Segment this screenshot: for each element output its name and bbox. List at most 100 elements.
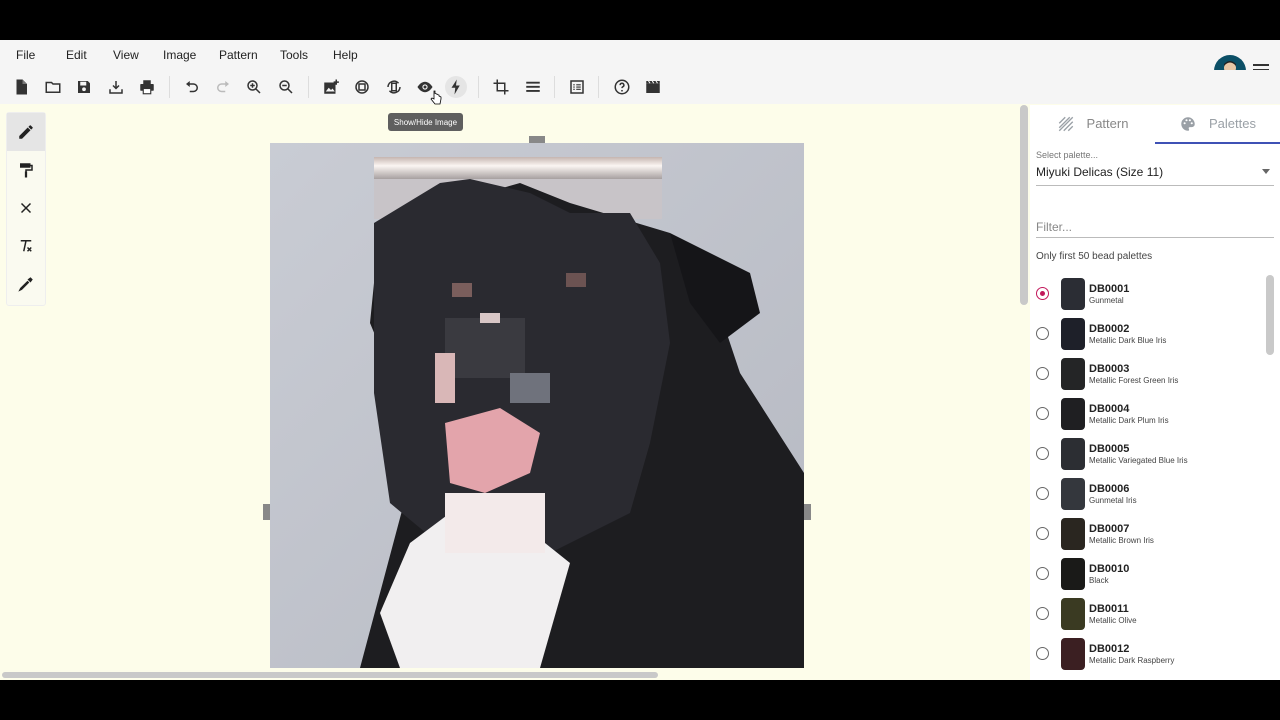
redo-icon[interactable] [212, 76, 234, 98]
dog-image [270, 143, 804, 668]
zoom-out-icon[interactable] [275, 76, 297, 98]
movie-icon[interactable] [642, 76, 664, 98]
radio-button[interactable] [1036, 447, 1049, 460]
rotate-image-icon[interactable] [351, 76, 373, 98]
bead-code: DB0002 [1089, 323, 1130, 335]
radio-button[interactable] [1036, 487, 1049, 500]
clear-tool[interactable] [7, 227, 45, 265]
menu-pattern[interactable]: Pattern [219, 48, 258, 62]
radio-button[interactable] [1036, 287, 1049, 300]
list-item[interactable]: DB0004 Metallic Dark Plum Iris [1030, 395, 1266, 435]
select-underline [1036, 185, 1274, 186]
radio-button[interactable] [1036, 327, 1049, 340]
resize-handle-right[interactable] [804, 504, 811, 520]
tab-pattern-label: Pattern [1086, 116, 1129, 131]
bead-list: DB0001 Gunmetal DB0002 Metallic Dark Blue I… [1030, 275, 1266, 680]
bead-name: Metallic Dark Plum Iris [1089, 416, 1169, 425]
bead-name: Metallic Dark Raspberry [1089, 656, 1175, 665]
color-swatch [1061, 478, 1085, 510]
zoom-in-icon[interactable] [243, 76, 265, 98]
tab-palettes[interactable]: Palettes [1155, 105, 1280, 144]
eyedropper-icon [18, 277, 33, 292]
radio-button[interactable] [1036, 607, 1049, 620]
pencil-tool[interactable] [7, 113, 45, 151]
menu-help[interactable]: Help [333, 48, 358, 62]
menu-view[interactable]: View [113, 48, 139, 62]
pencil-icon [19, 125, 33, 139]
open-folder-icon[interactable] [42, 76, 64, 98]
tab-palettes-label: Palettes [1209, 116, 1256, 131]
color-swatch [1061, 398, 1085, 430]
filter-input[interactable] [1036, 217, 1274, 238]
flash-icon[interactable] [445, 76, 467, 98]
download-icon[interactable] [105, 76, 127, 98]
bead-code: DB0004 [1089, 403, 1130, 415]
chevron-down-icon[interactable] [1262, 169, 1270, 174]
color-swatch [1061, 518, 1085, 550]
pattern-canvas[interactable] [270, 143, 804, 668]
menu-file[interactable]: File [16, 48, 35, 62]
list-item[interactable]: DB0001 Gunmetal [1030, 275, 1266, 315]
left-tool-panel [6, 112, 46, 306]
list-icon[interactable] [566, 76, 588, 98]
list-item[interactable]: DB0007 Metallic Brown Iris [1030, 515, 1266, 555]
menu-edit[interactable]: Edit [66, 48, 87, 62]
hatch-icon [1058, 116, 1073, 131]
bead-name: Metallic Olive [1089, 616, 1137, 625]
new-file-icon[interactable] [10, 76, 32, 98]
add-image-icon[interactable] [320, 76, 342, 98]
color-swatch [1061, 278, 1085, 310]
bead-name: Black [1089, 576, 1109, 585]
hand-cursor-icon [430, 90, 442, 105]
flip-image-icon[interactable] [383, 76, 405, 98]
bead-code: DB0011 [1089, 603, 1129, 615]
toolbar-separator [169, 76, 170, 98]
bead-name: Gunmetal [1089, 296, 1124, 305]
menu-bar: File Edit View Image Pattern Tools Help [0, 40, 1280, 70]
resize-handle-left[interactable] [263, 504, 270, 520]
erase-tool[interactable] [7, 189, 45, 227]
undo-icon[interactable] [181, 76, 203, 98]
help-icon[interactable] [611, 76, 633, 98]
canvas-vertical-scrollbar[interactable] [1020, 105, 1028, 305]
menu-tools[interactable]: Tools [280, 48, 308, 62]
list-item[interactable]: DB0012 Metallic Dark Raspberry [1030, 635, 1266, 675]
canvas-horizontal-scrollbar[interactable] [2, 672, 658, 678]
bead-name: Gunmetal Iris [1089, 496, 1137, 505]
resize-handle-top[interactable] [529, 136, 545, 143]
list-item[interactable]: DB0005 Metallic Variegated Blue Iris [1030, 435, 1266, 475]
bead-code: DB0005 [1089, 443, 1130, 455]
crop-icon[interactable] [490, 76, 512, 98]
radio-button[interactable] [1036, 407, 1049, 420]
bead-name: Metallic Variegated Blue Iris [1089, 456, 1188, 465]
bead-code: DB0012 [1089, 643, 1130, 655]
bead-list-scrollbar[interactable] [1266, 275, 1274, 355]
color-swatch [1061, 638, 1085, 670]
bead-name: Metallic Forest Green Iris [1089, 376, 1179, 385]
radio-button[interactable] [1036, 527, 1049, 540]
toolbar-separator [478, 76, 479, 98]
radio-button[interactable] [1036, 647, 1049, 660]
list-item[interactable]: DB0006 Gunmetal Iris [1030, 475, 1266, 515]
radio-button[interactable] [1036, 567, 1049, 580]
toolbar [0, 70, 1280, 104]
palette-note: Only first 50 bead palettes [1036, 251, 1153, 262]
fill-tool[interactable] [7, 151, 45, 189]
menu-image[interactable]: Image [163, 48, 196, 62]
bead-name: Metallic Brown Iris [1089, 536, 1154, 545]
eyedropper-tool[interactable] [7, 265, 45, 303]
list-item[interactable]: DB0003 Metallic Forest Green Iris [1030, 355, 1266, 395]
tab-pattern[interactable]: Pattern [1030, 105, 1155, 142]
list-item[interactable]: DB0002 Metallic Dark Blue Iris [1030, 315, 1266, 355]
list-item[interactable]: DB0011 Metallic Olive [1030, 595, 1266, 635]
lines-icon[interactable] [522, 76, 544, 98]
radio-button[interactable] [1036, 367, 1049, 380]
color-swatch [1061, 318, 1085, 350]
list-item[interactable]: DB0010 Black [1030, 555, 1266, 595]
save-icon[interactable] [73, 76, 95, 98]
toolbar-separator [598, 76, 599, 98]
bead-code: DB0006 [1089, 483, 1130, 495]
print-icon[interactable] [136, 76, 158, 98]
palette-select[interactable]: Miyuki Delicas (Size 11) [1036, 165, 1163, 179]
color-swatch [1061, 358, 1085, 390]
